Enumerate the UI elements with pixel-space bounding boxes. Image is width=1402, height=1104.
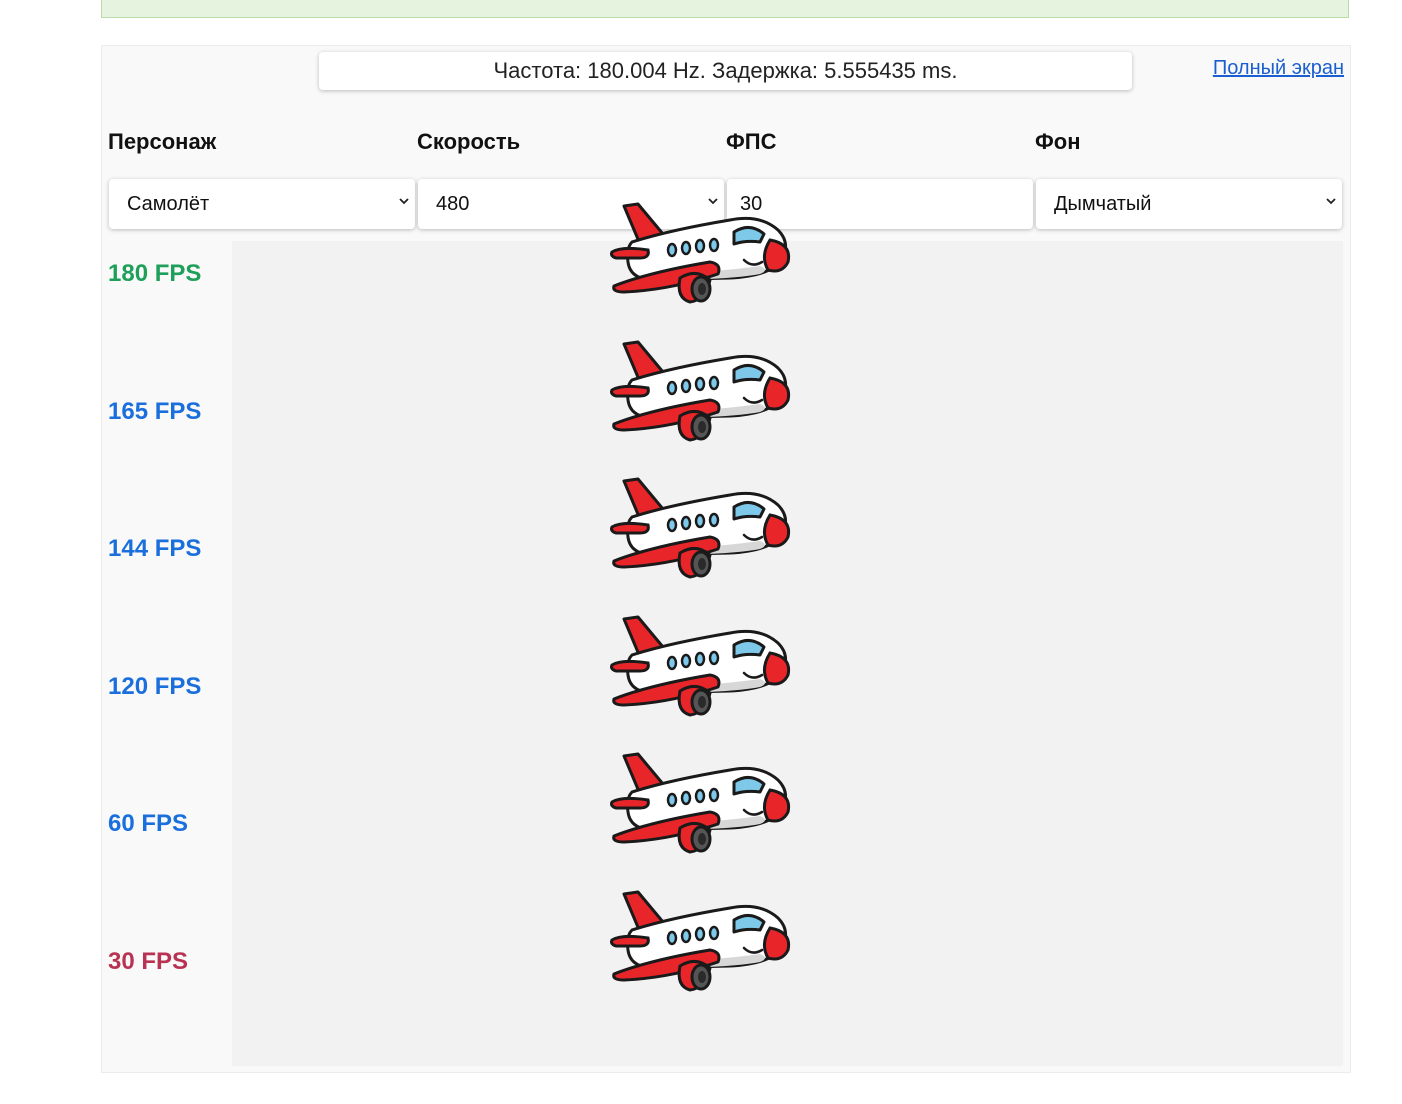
- speed-select-value: 480: [436, 192, 470, 215]
- fullscreen-link[interactable]: Полный экран: [1213, 57, 1344, 80]
- character-select-value: Самолёт: [127, 192, 210, 215]
- fps-row-label: 165 FPS: [108, 398, 202, 425]
- background-select-value: Дымчатый: [1054, 192, 1152, 215]
- character-select[interactable]: Самолёт: [109, 179, 415, 229]
- fps-row-label: 180 FPS: [108, 260, 202, 287]
- frequency-display: Частота: 180.004 Hz. Задержка: 5.555435 …: [319, 52, 1132, 90]
- background-label: Фон: [1035, 129, 1081, 154]
- speed-label: Скорость: [417, 129, 521, 154]
- top-banner: [101, 0, 1349, 18]
- airplane-icon: [610, 338, 792, 444]
- airplane-icon: [610, 200, 792, 306]
- fps-row-label: 60 FPS: [108, 810, 189, 837]
- chevron-down-icon: [1326, 198, 1336, 205]
- airplane-icon: [610, 888, 792, 994]
- character-label: Персонаж: [108, 129, 217, 154]
- airplane-icon: [610, 750, 792, 856]
- airplane-icon: [610, 613, 792, 719]
- airplane-icon: [610, 475, 792, 581]
- fps-row-label: 144 FPS: [108, 535, 202, 562]
- background-select[interactable]: Дымчатый: [1036, 179, 1342, 229]
- chevron-down-icon: [399, 198, 409, 205]
- fps-row-label: 30 FPS: [108, 948, 189, 975]
- fps-label: ФПС: [726, 129, 777, 154]
- test-panel: Частота: 180.004 Hz. Задержка: 5.555435 …: [101, 45, 1351, 1073]
- fps-row-label: 120 FPS: [108, 673, 202, 700]
